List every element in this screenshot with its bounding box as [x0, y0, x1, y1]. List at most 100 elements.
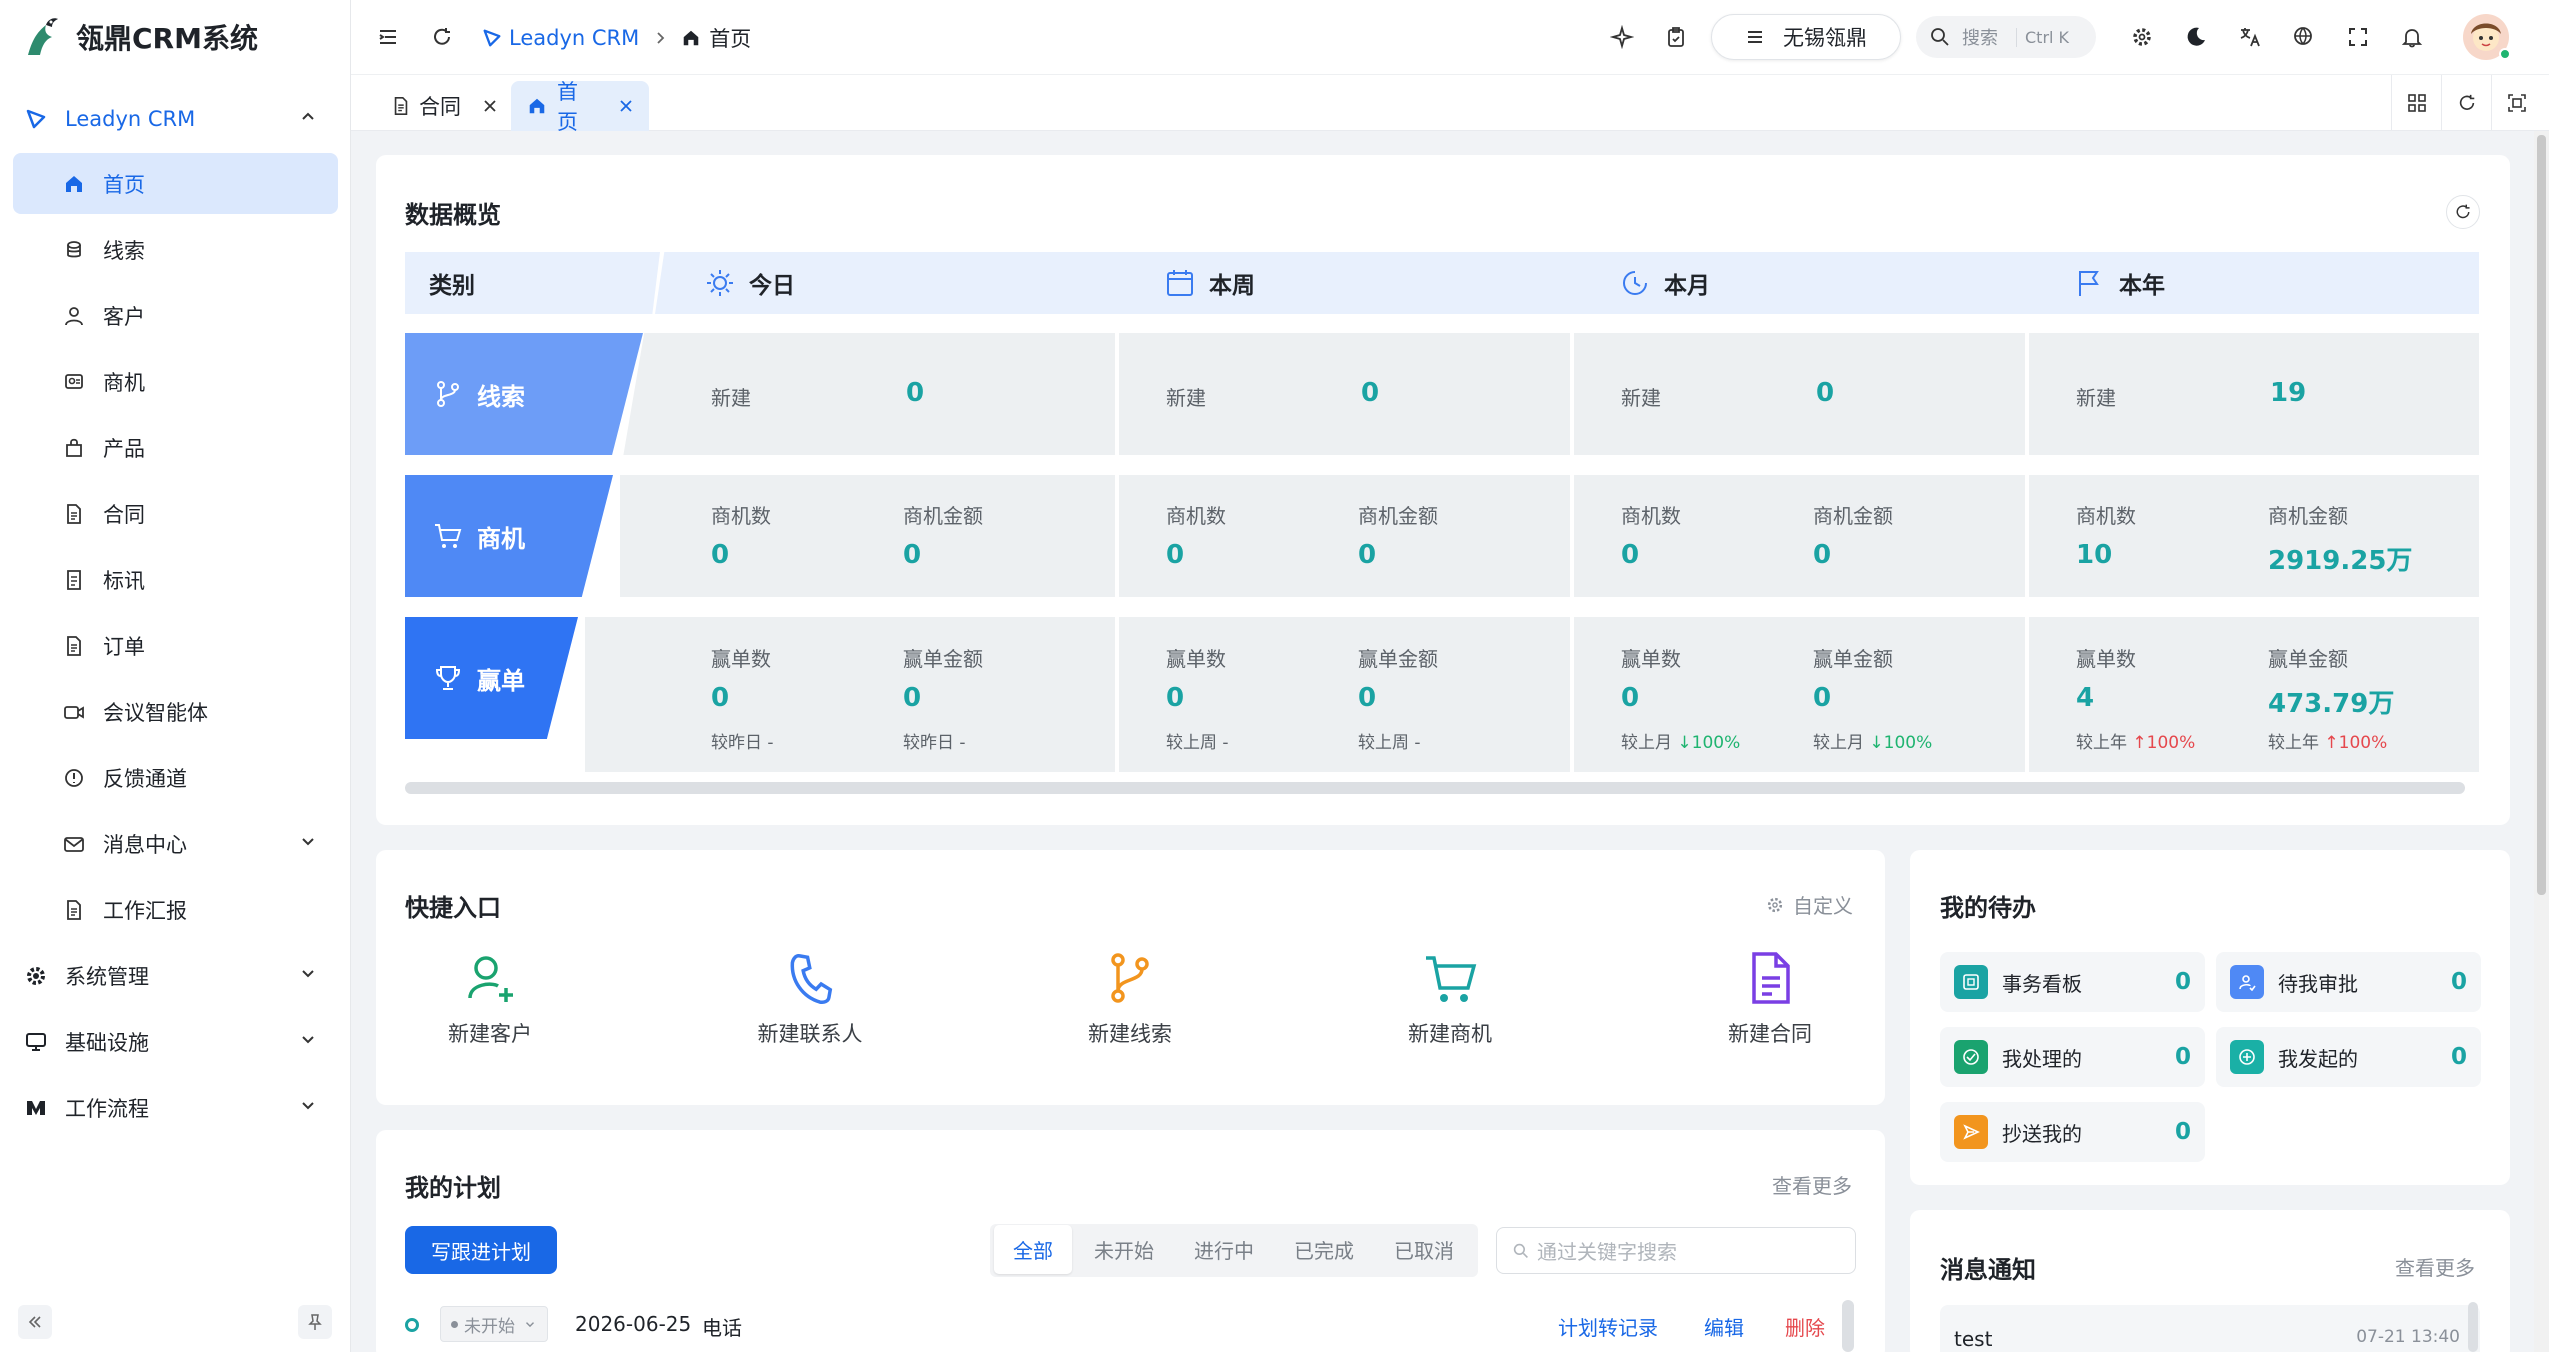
- contract-icon: [1742, 950, 1798, 1006]
- sparkle-icon[interactable]: [1607, 22, 1637, 52]
- sidebar-item-label: 反馈通道: [103, 766, 187, 791]
- overview-title: 数据概览: [405, 201, 501, 229]
- clue-week-value: 0: [1361, 378, 1380, 408]
- quick-label: 新建线索: [1088, 1022, 1172, 1046]
- search-icon: [1930, 27, 1950, 47]
- win-today-count-compare: 较昨日 -: [711, 733, 774, 753]
- clue-week-key: 新建: [1166, 386, 1206, 410]
- global-search[interactable]: 搜索 Ctrl K: [1916, 16, 2096, 58]
- calendar-icon: [1165, 268, 1195, 298]
- opp-year-count-key: 商机数: [2076, 504, 2136, 528]
- plan-search-input[interactable]: 通过关键字搜索: [1496, 1227, 1856, 1274]
- plan-status-select[interactable]: 未开始: [440, 1306, 548, 1342]
- sidebar-item-order[interactable]: 订单: [13, 615, 338, 676]
- opp-today-count-key: 商机数: [711, 504, 771, 528]
- notice-scrollbar[interactable]: [2468, 1302, 2478, 1352]
- quick-new-opportunity[interactable]: 新建商机: [1370, 950, 1530, 1048]
- grid-icon[interactable]: [2391, 75, 2441, 131]
- header-period-label: 本周: [1209, 273, 1255, 299]
- sidebar-item-workflow[interactable]: 工作流程: [13, 1077, 338, 1138]
- sidebar-item-bid[interactable]: 标讯: [13, 549, 338, 610]
- sidebar-item-meeting[interactable]: 会议智能体: [13, 681, 338, 742]
- todo-item-cc[interactable]: 抄送我的 0: [1940, 1102, 2205, 1162]
- page-scrollbar-thumb[interactable]: [2537, 135, 2546, 895]
- sidebar-item-opportunity[interactable]: 商机: [13, 351, 338, 412]
- filter-all[interactable]: 全部: [994, 1225, 1072, 1274]
- sidebar-item-feedback[interactable]: 反馈通道: [13, 747, 338, 808]
- fullscreen-icon[interactable]: [2343, 22, 2373, 52]
- sidebar-item-clue[interactable]: 线索: [13, 219, 338, 280]
- plan-scrollbar[interactable]: [1842, 1300, 1854, 1352]
- todo-item-initiated[interactable]: 我发起的 0: [2216, 1027, 2481, 1087]
- sidebar-item-infra[interactable]: 基础设施: [13, 1011, 338, 1072]
- plan-edit-link[interactable]: 编辑: [1704, 1312, 1744, 1341]
- bell-icon[interactable]: [2397, 22, 2427, 52]
- opp-week-cell: [1119, 475, 1570, 597]
- quick-new-contract[interactable]: 新建合同: [1690, 950, 1850, 1048]
- menu-toggle-icon[interactable]: [373, 22, 403, 52]
- moon-icon[interactable]: [2181, 22, 2211, 52]
- refresh-icon[interactable]: [427, 22, 457, 52]
- sidebar-item-label: 工作流程: [65, 1096, 149, 1121]
- collapse-sidebar-button[interactable]: [18, 1305, 52, 1339]
- notice-item-title: test: [1954, 1327, 1993, 1351]
- write-plan-button[interactable]: 写跟进计划: [405, 1226, 557, 1274]
- quick-new-clue[interactable]: 新建线索: [1050, 950, 1210, 1048]
- row-label-text: 商机: [477, 524, 525, 553]
- plan-delete-link[interactable]: 删除: [1785, 1312, 1825, 1341]
- online-status-dot: [2499, 48, 2511, 60]
- plan-type: 电话: [702, 1316, 742, 1340]
- page-scrollbar[interactable]: [2534, 131, 2549, 1352]
- close-icon[interactable]: [619, 99, 633, 113]
- overview-refresh-icon[interactable]: [2446, 195, 2480, 229]
- clipboard-check-icon[interactable]: [1661, 22, 1691, 52]
- gear-icon[interactable]: [2127, 22, 2157, 52]
- todo-item-board[interactable]: 事务看板 0: [1940, 952, 2205, 1012]
- sidebar-group-leadyn[interactable]: Leadyn CRM: [13, 88, 338, 149]
- pin-sidebar-button[interactable]: [298, 1305, 332, 1339]
- quick-new-contact[interactable]: 新建联系人: [730, 950, 890, 1048]
- tab-contract[interactable]: 合同: [375, 81, 513, 131]
- filter-in-progress[interactable]: 进行中: [1176, 1225, 1272, 1274]
- win-week-count: 0: [1166, 683, 1185, 713]
- sidebar-item-system[interactable]: 系统管理: [13, 945, 338, 1006]
- compare-delta-up: ↑100%: [2132, 733, 2196, 753]
- sidebar-item-contract[interactable]: 合同: [13, 483, 338, 544]
- screenshot-icon[interactable]: [2491, 75, 2541, 131]
- leadyn-logo-icon: [23, 106, 49, 132]
- breadcrumb: Leadyn CRM 首页: [481, 22, 751, 54]
- clue-month-value: 0: [1816, 378, 1835, 408]
- notice-item-time: 07-21 13:40: [2356, 1327, 2460, 1347]
- approval-icon: [2230, 965, 2264, 999]
- tenant-switcher[interactable]: 无锡瓴鼎: [1711, 14, 1901, 60]
- plan-more-link[interactable]: 查看更多: [1772, 1170, 1852, 1199]
- tab-home[interactable]: 首页: [511, 80, 649, 134]
- quick-label: 新建客户: [448, 1022, 532, 1046]
- notice-more-link[interactable]: 查看更多: [2395, 1252, 2475, 1281]
- row-label-opportunity: 商机: [405, 475, 613, 597]
- filter-cancelled[interactable]: 已取消: [1376, 1225, 1472, 1274]
- clock-icon: [1620, 268, 1650, 298]
- document-icon: [391, 96, 411, 116]
- chevron-down-icon: [523, 1317, 537, 1331]
- overview-hscroll-thumb[interactable]: [405, 782, 2465, 794]
- refresh-icon[interactable]: [2441, 75, 2491, 131]
- plan-convert-link[interactable]: 计划转记录: [1558, 1312, 1658, 1341]
- win-week-amount-compare: 较上周 -: [1358, 733, 1421, 753]
- breadcrumb-item-root[interactable]: Leadyn CRM: [509, 26, 639, 50]
- translate-icon[interactable]: [2235, 22, 2265, 52]
- filter-done[interactable]: 已完成: [1276, 1225, 1372, 1274]
- sidebar-item-home[interactable]: 首页: [13, 153, 338, 214]
- quick-new-customer[interactable]: 新建客户: [410, 950, 570, 1048]
- filter-not-started[interactable]: 未开始: [1076, 1225, 1172, 1274]
- customize-button[interactable]: 自定义: [1765, 890, 1853, 919]
- sidebar-item-customer[interactable]: 客户: [13, 285, 338, 346]
- sidebar-item-messages[interactable]: 消息中心: [13, 813, 338, 874]
- todo-item-handled[interactable]: 我处理的 0: [1940, 1027, 2205, 1087]
- todo-item-approval[interactable]: 待我审批 0: [2216, 952, 2481, 1012]
- globe-icon[interactable]: [2289, 22, 2319, 52]
- sidebar-item-product[interactable]: 产品: [13, 417, 338, 478]
- close-icon[interactable]: [483, 99, 497, 113]
- notice-item[interactable]: test 07-21 13:40: [1940, 1305, 2480, 1352]
- sidebar-item-report[interactable]: 工作汇报: [13, 879, 338, 940]
